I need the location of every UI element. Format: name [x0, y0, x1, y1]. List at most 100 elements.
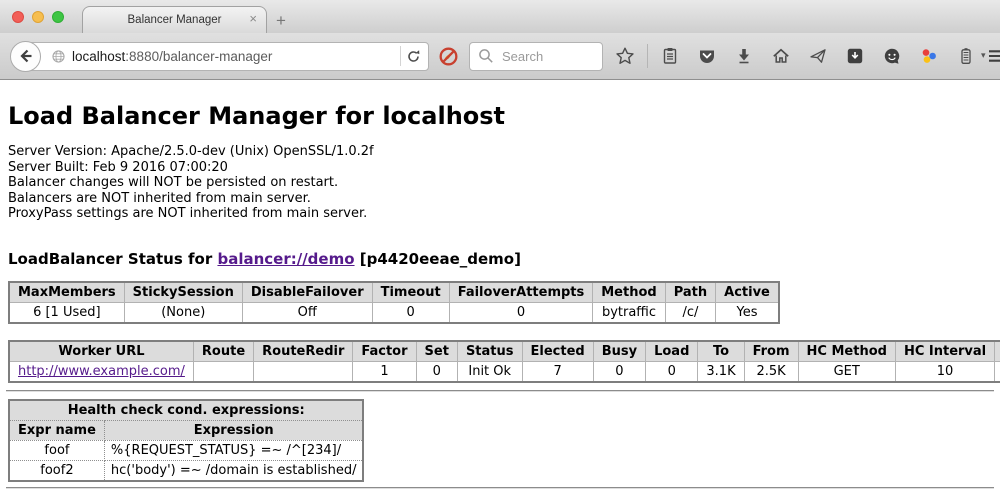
table-row: 6 [1 Used] (None) Off 0 0 bytraffic /c/ … [9, 302, 779, 323]
home-icon[interactable] [771, 46, 791, 66]
downloads-icon[interactable] [734, 46, 754, 66]
back-button[interactable] [10, 41, 41, 72]
bottom-divider [6, 487, 994, 489]
tab-title: Balancer Manager [128, 14, 222, 26]
column-header: Elected [522, 341, 593, 362]
column-header: DisableFailover [242, 282, 372, 303]
column-header: Expr name [9, 420, 104, 440]
method-cell: bytraffic [593, 302, 665, 323]
column-header: Factor [353, 341, 416, 362]
reload-button[interactable] [405, 48, 422, 65]
column-header: Active [716, 282, 779, 303]
set-cell: 0 [416, 361, 457, 382]
minimize-window-button[interactable] [32, 11, 44, 23]
expression-cell: %{REQUEST_STATUS} =~ /^[234]/ [104, 440, 363, 460]
expr-row: foof2 hc('body') =~ /domain is establish… [9, 460, 363, 481]
column-header: To [698, 341, 744, 362]
factor-cell: 1 [353, 361, 416, 382]
persist-note-line: Balancer changes will NOT be persisted o… [8, 175, 994, 191]
back-arrow-icon [16, 46, 36, 66]
url-domain: localhost [72, 49, 125, 64]
stickysession-cell: (None) [124, 302, 242, 323]
column-header: From [744, 341, 798, 362]
server-info: Server Version: Apache/2.5.0-dev (Unix) … [8, 144, 994, 222]
colored-dots-icon[interactable] [919, 46, 939, 66]
clipboard-icon[interactable] [660, 46, 680, 66]
toolbar-icons: ▾ [615, 44, 986, 68]
to-cell: 3.1K [698, 361, 744, 382]
search-input[interactable] [500, 48, 595, 65]
expr-row: foof %{REQUEST_STATUS} =~ /^[234]/ [9, 440, 363, 460]
balancer-summary-table: MaxMembers StickySession DisableFailover… [8, 281, 780, 324]
passes-cell: 1 (0) [995, 361, 1000, 382]
active-cell: Yes [716, 302, 779, 323]
navigation-toolbar: localhost:8880/balancer-manager ▾ [0, 33, 1000, 80]
video-download-icon[interactable] [845, 46, 865, 66]
worker-table: Worker URL Route RouteRedir Factor Set S… [8, 340, 1000, 383]
content-blocked-icon[interactable] [438, 46, 459, 67]
url-bar[interactable]: localhost:8880/balancer-manager [25, 42, 429, 71]
balancer-demo-link[interactable]: balancer://demo [217, 250, 354, 268]
section-divider [6, 390, 994, 392]
zoom-window-button[interactable] [52, 11, 64, 23]
maxmembers-cell: 6 [1 Used] [9, 302, 124, 323]
battery-icon[interactable] [956, 46, 976, 66]
table-header-row: Worker URL Route RouteRedir Factor Set S… [9, 341, 1000, 362]
timeout-cell: 0 [372, 302, 449, 323]
expr-name-cell: foof2 [9, 460, 104, 481]
column-header: Worker URL [9, 341, 193, 362]
health-table-title: Health check cond. expressions: [9, 400, 363, 421]
window-controls [12, 11, 64, 23]
bookmark-star-icon[interactable] [615, 46, 635, 66]
path-cell: /c/ [665, 302, 715, 323]
pocket-icon[interactable] [697, 46, 717, 66]
column-header: FailoverAttempts [449, 282, 593, 303]
column-header: HC Interval [895, 341, 994, 362]
url-path: :8880/balancer-manager [125, 49, 272, 64]
expression-cell: hc('body') =~ /domain is established/ [104, 460, 363, 481]
server-version-line: Server Version: Apache/2.5.0-dev (Unix) … [8, 144, 994, 160]
column-header: Timeout [372, 282, 449, 303]
page-title: Load Balancer Manager for localhost [8, 102, 994, 130]
close-tab-icon[interactable]: × [249, 12, 257, 26]
expr-name-cell: foof [9, 440, 104, 460]
menu-hamburger-icon[interactable] [986, 46, 1000, 66]
search-magnifier-icon [476, 46, 496, 66]
proxypass-note-line: ProxyPass settings are NOT inherited fro… [8, 206, 994, 222]
column-header: Set [416, 341, 457, 362]
send-plane-icon[interactable] [808, 46, 828, 66]
worker-url-link[interactable]: http://www.example.com/ [18, 364, 185, 379]
column-header: Method [593, 282, 665, 303]
urlbar-divider [400, 46, 401, 66]
status-heading-suffix: [p4420eeae_demo] [355, 250, 521, 268]
loadbalancer-status-heading: LoadBalancer Status for balancer://demo … [8, 250, 994, 268]
column-header: RouteRedir [254, 341, 353, 362]
balancers-note-line: Balancers are NOT inherited from main se… [8, 191, 994, 207]
table-title-row: Health check cond. expressions: [9, 400, 363, 421]
column-header: Load [646, 341, 698, 362]
tab-balancer-manager[interactable]: Balancer Manager × [82, 6, 267, 33]
routeredir-cell [254, 361, 353, 382]
column-header: MaxMembers [9, 282, 124, 303]
column-header: HC Method [798, 341, 895, 362]
column-header: StickySession [124, 282, 242, 303]
column-header: Status [457, 341, 522, 362]
hc-interval-cell: 10 [895, 361, 994, 382]
route-cell [193, 361, 253, 382]
server-built-line: Server Built: Feb 9 2016 07:00:20 [8, 160, 994, 176]
column-header: Busy [593, 341, 645, 362]
close-window-button[interactable] [12, 11, 24, 23]
new-tab-button[interactable]: + [276, 11, 286, 31]
search-bar[interactable] [469, 42, 603, 71]
table-header-row: Expr name Expression [9, 420, 363, 440]
column-header: Path [665, 282, 715, 303]
load-cell: 0 [646, 361, 698, 382]
feedback-smiley-icon[interactable] [882, 46, 902, 66]
worker-row: http://www.example.com/ 1 0 Init Ok 7 0 … [9, 361, 1000, 382]
status-cell: Init Ok [457, 361, 522, 382]
url-text[interactable]: localhost:8880/balancer-manager [72, 49, 396, 64]
browser-window: Balancer Manager × + localhost:8880/bala… [0, 0, 1000, 491]
worker-url-cell: http://www.example.com/ [9, 361, 193, 382]
health-check-table: Health check cond. expressions: Expr nam… [8, 399, 364, 482]
tab-bar: Balancer Manager × + [0, 0, 1000, 33]
